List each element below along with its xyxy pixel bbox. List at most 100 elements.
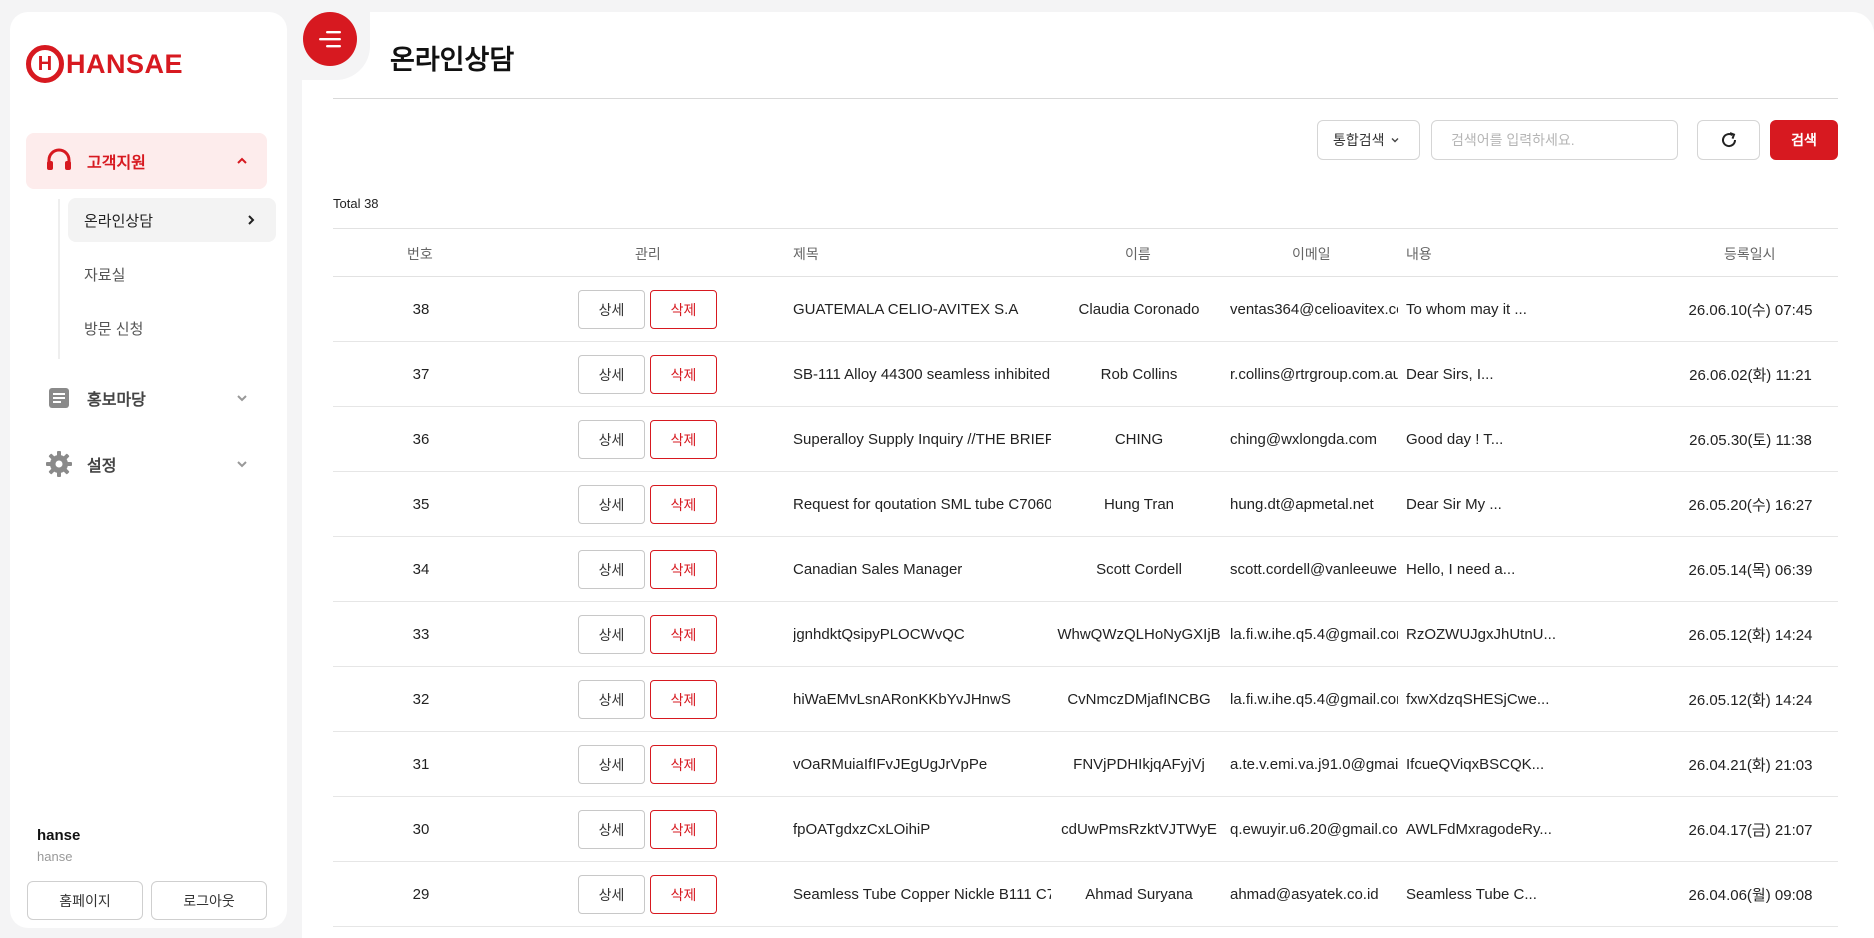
chevron-down-icon [237,461,247,468]
refresh-button[interactable] [1697,120,1760,160]
detail-button[interactable]: 상세 [578,550,645,589]
row-email: la.fi.w.ihe.q5.4@gmail.com [1230,625,1398,643]
sidebar-item-archive[interactable]: 자료실 [68,252,276,296]
detail-button[interactable]: 상세 [578,355,645,394]
delete-button[interactable]: 삭제 [650,420,717,459]
sidebar-group-label: 고객지원 [87,155,146,172]
delete-button[interactable]: 삭제 [650,355,717,394]
detail-button[interactable]: 상세 [578,485,645,524]
delete-button[interactable]: 삭제 [650,485,717,524]
delete-button[interactable]: 삭제 [650,290,717,329]
row-date: 26.04.17(금) 21:07 [1688,821,1813,839]
row-email: r.collins@rtrgroup.com.au [1230,365,1398,383]
delete-button[interactable]: 삭제 [650,680,717,719]
gear-icon [46,451,72,477]
detail-button[interactable]: 상세 [578,615,645,654]
row-content: To whom may it ... [1406,300,1527,318]
detail-button[interactable]: 상세 [578,420,645,459]
row-email: a.te.v.emi.va.j91.0@gmail.com [1230,755,1398,773]
table-row: 38 상세 삭제 GUATEMALA CELIO-AVITEX S.A Claudia … [333,277,1838,342]
detail-button[interactable]: 상세 [578,680,645,719]
row-number: 37 [412,365,430,383]
sidebar-item-online-consult[interactable]: 온라인상담 [68,198,276,242]
user-name: hanse [37,827,81,844]
search-input[interactable] [1431,120,1678,160]
submenu-guide-line [58,199,60,359]
table-row: 31 상세 삭제 vOaRMuiaIfIFvJEgUgJrVpPe FNVjPDHIkj… [333,732,1838,797]
logo-mark-icon: H [26,45,64,83]
sidebar-item-label: 자료실 [84,266,126,284]
column-header-date: 등록일시 [1724,246,1776,262]
row-email: ventas364@celioavitex.com [1230,300,1398,318]
user-id: hanse [37,849,73,864]
delete-button[interactable]: 삭제 [650,875,717,914]
sidebar-group-settings[interactable]: 설정 [26,436,267,492]
row-name: cdUwPmsRzktVJTWyE [1061,820,1217,838]
delete-button[interactable]: 삭제 [650,615,717,654]
delete-button[interactable]: 삭제 [650,550,717,589]
row-number: 36 [412,430,430,448]
detail-button[interactable]: 상세 [578,875,645,914]
sidebar-item-label: 방문 신청 [84,320,144,338]
column-header-manage: 관리 [635,246,661,262]
row-title[interactable]: hiWaEMvLsnARonKKbYvJHnwS [793,667,1051,731]
row-title[interactable]: jgnhdktQsipyPLOCWvQC [793,602,1051,666]
table-body: 38 상세 삭제 GUATEMALA CELIO-AVITEX S.A Claudia … [333,277,1838,927]
row-number: 31 [412,755,430,773]
sidebar: H HANSAE 고객지원 온라인상담 자료실 방문 신청 홍보마당 설정 ha… [10,12,287,928]
row-title[interactable]: Canadian Sales Manager [793,537,1051,601]
row-name: CHING [1114,430,1164,448]
chevron-down-icon [237,395,247,402]
row-content: Hello, I need a... [1406,560,1516,578]
row-name: Rob Collins [1100,365,1178,383]
table-row: 30 상세 삭제 fpOATgdxzCxLOihiP cdUwPmsRzktVJTWyE… [333,797,1838,862]
sidebar-group-promotion[interactable]: 홍보마당 [26,370,267,426]
column-header-content: 내용 [1406,246,1432,262]
row-content: IfcueQViqxBSCQK... [1406,755,1545,773]
sidebar-group-label: 설정 [87,458,117,475]
detail-button[interactable]: 상세 [578,290,645,329]
hansae-logo[interactable]: H HANSAE [26,45,183,83]
table-row: 34 상세 삭제 Canadian Sales Manager Scott Cordel… [333,537,1838,602]
row-name: Hung Tran [1103,495,1175,513]
row-name: WhwQWzQLHoNyGXIjB [1057,625,1221,643]
row-email: ching@wxlongda.com [1230,430,1377,448]
logo-text: HANSAE [66,48,184,79]
sidebar-item-label: 온라인상담 [84,212,154,230]
sidebar-item-visit-request[interactable]: 방문 신청 [68,306,276,350]
row-name: Ahmad Suryana [1085,885,1193,903]
row-name: FNVjPDHIkjqAFyjVj [1073,755,1205,773]
row-title[interactable]: SB-111 Alloy 44300 seamless inhibited [793,342,1051,406]
detail-button[interactable]: 상세 [578,810,645,849]
column-header-number: 번호 [407,246,433,262]
search-type-select[interactable]: 통합검색 [1317,120,1420,160]
hamburger-icon [319,31,341,48]
table-row: 33 상세 삭제 jgnhdktQsipyPLOCWvQC WhwQWzQLHoNyGX… [333,602,1838,667]
table-row: 35 상세 삭제 Request for qoutation SML tube C70… [333,472,1838,537]
row-title[interactable]: GUATEMALA CELIO-AVITEX S.A [793,277,1051,341]
sidebar-group-customer-support[interactable]: 고객지원 [26,133,267,189]
delete-button[interactable]: 삭제 [650,810,717,849]
row-title[interactable]: Superalloy Supply Inquiry //THE BRIEF [793,407,1051,471]
search-button[interactable]: 검색 [1770,120,1838,160]
row-date: 26.05.20(수) 16:27 [1688,496,1813,514]
row-number: 35 [412,495,430,513]
headset-icon [47,148,71,170]
table-row: 36 상세 삭제 Superalloy Supply Inquiry //THE BR… [333,407,1838,472]
menu-toggle-button[interactable] [303,12,357,66]
homepage-button[interactable]: 홈페이지 [27,881,143,920]
row-date: 26.06.10(수) 07:45 [1688,301,1813,319]
row-name: Claudia Coronado [1078,300,1200,318]
row-title[interactable]: Request for qoutation SML tube C70600 [793,472,1051,536]
search-type-value: 통합검색 [1333,132,1385,148]
row-number: 33 [412,625,430,643]
row-title[interactable]: fpOATgdxzCxLOihiP [793,797,1051,861]
chevron-right-icon [248,215,255,225]
row-title[interactable]: Seamless Tube Copper Nickle B111 C70600 [793,862,1051,926]
logout-button[interactable]: 로그아웃 [151,881,267,920]
delete-button[interactable]: 삭제 [650,745,717,784]
column-header-title: 제목 [793,246,819,262]
refresh-icon [1721,132,1736,148]
row-title[interactable]: vOaRMuiaIfIFvJEgUgJrVpPe [793,732,1051,796]
detail-button[interactable]: 상세 [578,745,645,784]
